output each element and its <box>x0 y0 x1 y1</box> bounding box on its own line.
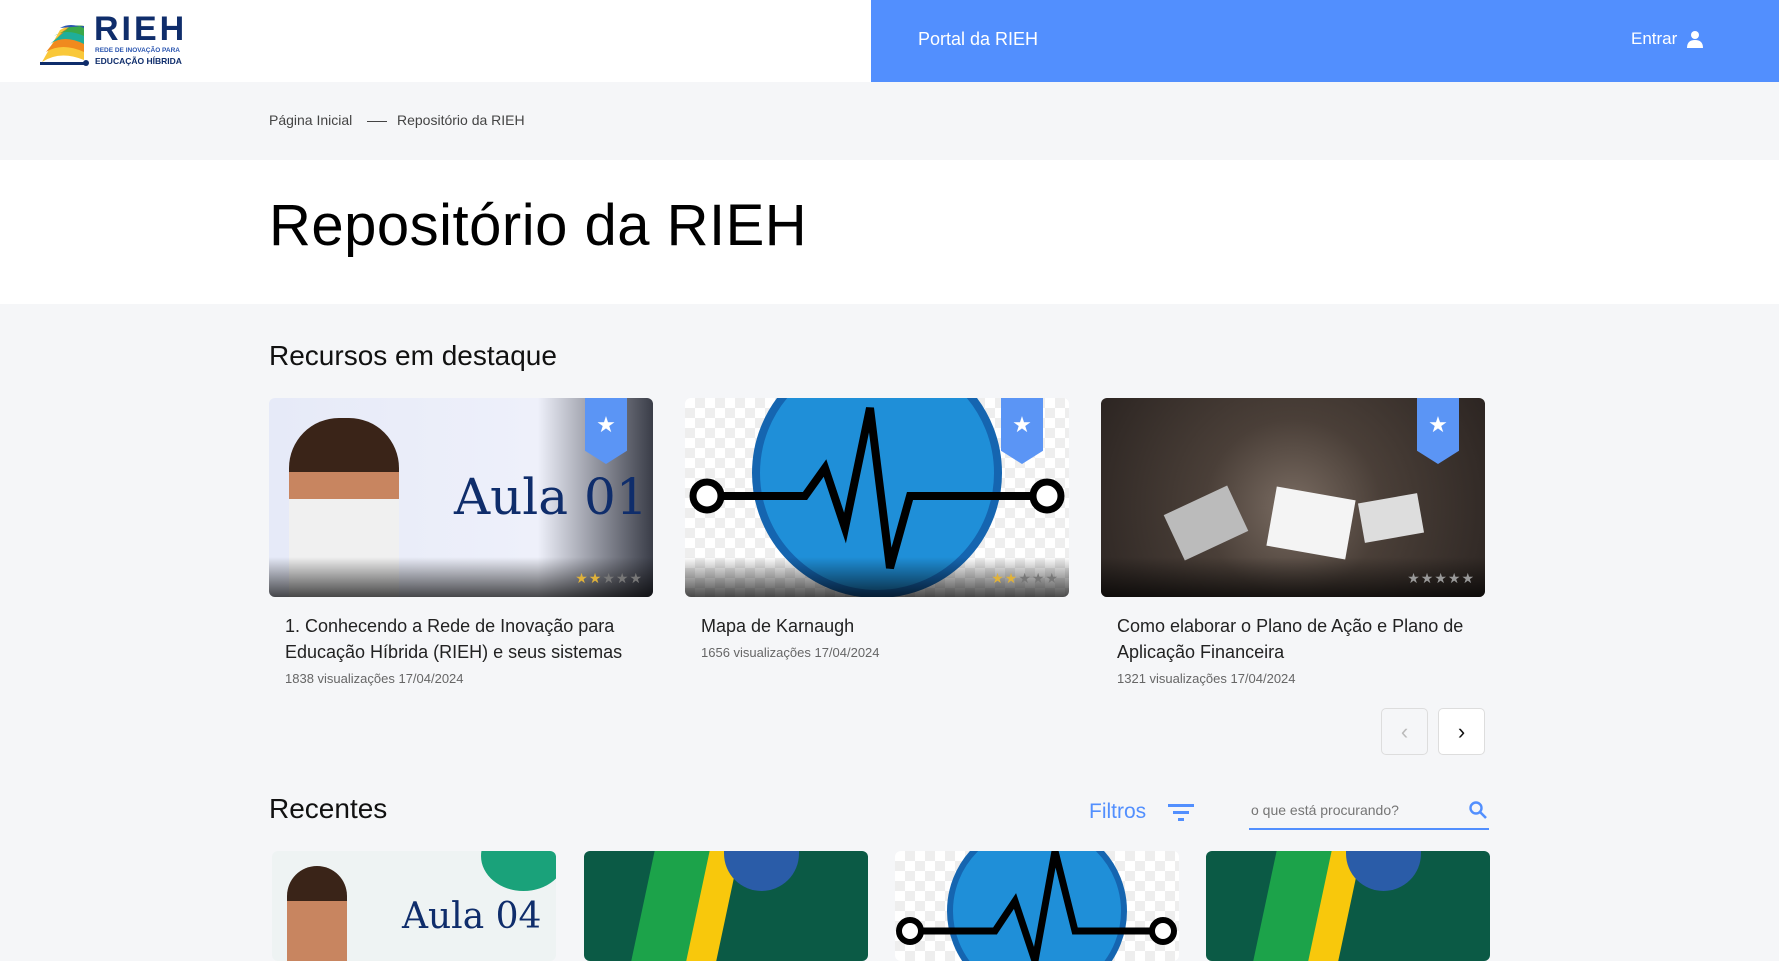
rating-stars: ★★★★★ <box>991 570 1059 586</box>
card-meta: 1656 visualizações 17/04/2024 <box>701 645 880 660</box>
card-meta: 1838 visualizações 17/04/2024 <box>285 671 464 686</box>
recent-card-thumbnail[interactable] <box>584 851 868 961</box>
login-label: Entrar <box>1631 29 1678 48</box>
card-title[interactable]: Mapa de Karnaugh <box>701 613 1053 639</box>
header: RIEH REDE DE INOVAÇÃO PARA EDUCAÇÃO HÍBR… <box>0 0 1779 82</box>
rating-stars: ★★★★★ <box>1407 570 1475 586</box>
search-input[interactable] <box>1251 802 1451 818</box>
card-thumbnail: ★ ★★★★★ <box>1101 398 1485 597</box>
top-nav: Portal da RIEH Entrar <box>871 0 1779 82</box>
featured-card[interactable]: Aula 01 ★ ★★★★★ 1. Conhecendo a Rede de … <box>269 398 653 686</box>
featured-card[interactable]: ★ ★★★★★ Mapa de Karnaugh 1656 visualizaç… <box>685 398 1069 660</box>
search-box <box>1249 792 1489 830</box>
carousel-next-button[interactable]: › <box>1438 708 1485 755</box>
recent-heading: Recentes <box>269 793 388 824</box>
card-title[interactable]: 1. Conhecendo a Rede de Inovação para Ed… <box>285 613 637 665</box>
recent-card-thumbnail[interactable] <box>1206 851 1490 961</box>
book-logo-icon <box>40 25 89 66</box>
rieh-logo[interactable]: RIEH REDE DE INOVAÇÃO PARA EDUCAÇÃO HÍBR… <box>40 10 190 68</box>
filters-button[interactable]: Filtros <box>1089 800 1195 824</box>
carousel-prev-button[interactable]: ‹ <box>1381 708 1428 755</box>
rating-stars: ★★★★★ <box>575 570 643 586</box>
breadcrumb-home[interactable]: Página Inicial <box>269 112 352 128</box>
recent-card-thumbnail[interactable]: Aula 04 <box>272 851 556 961</box>
breadcrumb-separator <box>367 121 387 122</box>
thumbnail-text: Aula 01 <box>454 468 648 526</box>
featured-heading: Recursos em destaque <box>269 340 557 371</box>
title-band: Repositório da RIEH <box>0 160 1779 304</box>
user-icon <box>1687 31 1704 48</box>
filter-icon <box>1168 804 1195 821</box>
portal-link[interactable]: Portal da RIEH <box>918 29 1038 50</box>
breadcrumb: Página Inicial Repositório da RIEH <box>0 82 1779 160</box>
search-icon[interactable] <box>1469 801 1487 819</box>
logo-subtitle: EDUCAÇÃO HÍBRIDA <box>95 56 182 66</box>
featured-bookmark-icon: ★ <box>585 398 627 464</box>
thumbnail-text: Aula 04 <box>402 896 542 937</box>
filters-label: Filtros <box>1089 800 1147 823</box>
featured-bookmark-icon: ★ <box>1417 398 1459 464</box>
breadcrumb-current: Repositório da RIEH <box>397 112 525 128</box>
card-title[interactable]: Como elaborar o Plano de Ação e Plano de… <box>1117 613 1469 665</box>
audio-description-badge <box>481 851 556 891</box>
card-thumbnail: ★ ★★★★★ <box>685 398 1069 597</box>
featured-card[interactable]: ★ ★★★★★ Como elaborar o Plano de Ação e … <box>1101 398 1485 686</box>
recent-card-thumbnail[interactable] <box>895 851 1179 961</box>
logo-subtitle: REDE DE INOVAÇÃO PARA <box>95 47 180 54</box>
card-thumbnail: Aula 01 ★ ★★★★★ <box>269 398 653 597</box>
card-meta: 1321 visualizações 17/04/2024 <box>1117 671 1296 686</box>
featured-bookmark-icon: ★ <box>1001 398 1043 464</box>
login-button[interactable]: Entrar <box>1631 29 1704 49</box>
page-title: Repositório da RIEH <box>269 193 808 258</box>
logo-text: RIEH <box>94 10 188 48</box>
